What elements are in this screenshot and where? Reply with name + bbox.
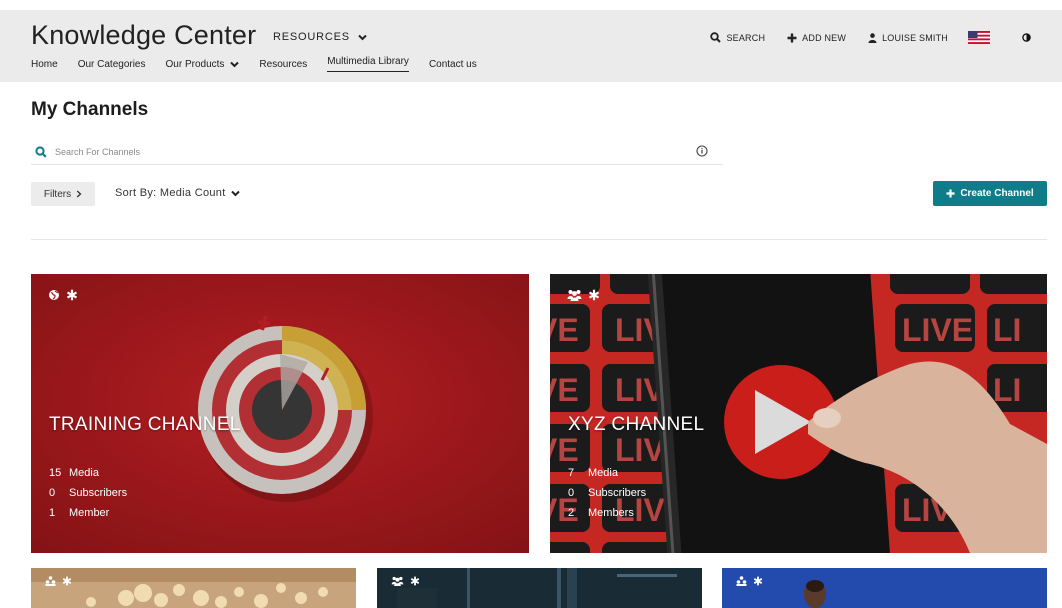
channel-card-icons (391, 576, 420, 586)
user-menu[interactable]: LOUISE SMITH (868, 33, 948, 43)
site-title[interactable]: Knowledge Center (31, 20, 256, 51)
subscribers-count: 0 (568, 487, 575, 499)
resources-dropdown-label: RESOURCES (273, 31, 350, 43)
media-count: 7 (568, 467, 575, 479)
channel-card-training[interactable]: TRAINING CHANNEL 15 Media 0 Subscribers 1 M… (31, 274, 529, 553)
info-icon[interactable] (696, 145, 708, 157)
site-header: Knowledge Center RESOURCES Home Our Cate… (0, 0, 1062, 82)
filters-label: Filters (43, 188, 72, 200)
media-count: 15 (49, 467, 62, 479)
channel-search-input[interactable] (55, 146, 723, 157)
channel-card-3[interactable] (31, 568, 356, 608)
members-label: Members (588, 507, 634, 519)
media-label: Media (69, 467, 99, 479)
nav-item-home[interactable]: Home (31, 56, 58, 72)
chevron-down-icon (230, 190, 240, 196)
chevron-down-icon (358, 34, 367, 40)
create-channel-label: Create Channel (960, 188, 1034, 199)
header-search-label: SEARCH (726, 32, 766, 43)
subscribers-stat: 0 Subscribers (49, 483, 127, 503)
nav-item-our-categories[interactable]: Our Categories (78, 56, 146, 72)
subscribers-label: Subscribers (588, 487, 647, 499)
group-icon (391, 576, 404, 586)
asterisk-icon (410, 576, 420, 586)
media-stat: 15 Media (49, 463, 127, 483)
media-stat: 7 Media (568, 463, 646, 483)
asterisk-icon (66, 289, 78, 301)
add-new-button[interactable]: ADD NEW (787, 33, 846, 43)
plus-icon (787, 33, 797, 42)
nav-item-our-products-label: Our Products (165, 58, 225, 70)
channel-thumbnail (722, 568, 1047, 608)
channel-card-icons (45, 576, 72, 586)
subscribers-stat: 0 Subscribers (568, 483, 646, 503)
subscribers-count: 0 (49, 487, 56, 499)
filters-button[interactable]: Filters (31, 182, 95, 206)
header-search-button[interactable]: SEARCH (710, 32, 765, 43)
nav-item-resources[interactable]: Resources (259, 56, 307, 72)
sort-dropdown[interactable]: Sort By: Media Count (115, 187, 240, 199)
nav-item-our-products[interactable]: Our Products (166, 56, 240, 72)
channel-thumbnail (31, 568, 356, 608)
globe-icon (49, 290, 59, 300)
header-tools: SEARCH ADD NEW LOUISE SMITH (688, 31, 1031, 44)
users-icon (45, 576, 56, 586)
user-icon (868, 32, 877, 43)
plus-icon (946, 189, 955, 198)
channel-thumbnail (377, 568, 702, 608)
members-stat: 2 Members (568, 503, 646, 523)
sort-label: Sort By: Media Count (115, 187, 226, 199)
user-name: LOUISE SMITH (882, 32, 948, 43)
asterisk-icon (753, 576, 763, 586)
divider (31, 239, 1047, 240)
asterisk-icon (62, 576, 72, 586)
us-flag-icon[interactable] (968, 31, 990, 44)
channel-title[interactable]: TRAINING CHANNEL (49, 414, 241, 436)
channel-stats: 15 Media 0 Subscribers 1 Member (49, 463, 127, 523)
asterisk-icon (588, 289, 600, 301)
members-count: 1 (49, 507, 56, 519)
main-nav: Home Our Categories Our Products Resourc… (31, 56, 497, 72)
channel-card-5[interactable] (722, 568, 1047, 608)
search-icon (710, 32, 722, 43)
search-icon (35, 145, 47, 158)
contrast-icon[interactable] (1022, 33, 1031, 42)
nav-item-multimedia-library[interactable]: Multimedia Library (327, 56, 409, 72)
chevron-down-icon (230, 61, 240, 67)
nav-item-contact-us[interactable]: Contact us (429, 56, 477, 72)
channel-stats: 7 Media 0 Subscribers 2 Members (568, 463, 646, 523)
group-icon (567, 290, 582, 301)
channel-card-4[interactable] (377, 568, 702, 608)
channel-card-icons (48, 289, 78, 301)
members-label: Member (69, 507, 110, 519)
resources-dropdown[interactable]: RESOURCES (273, 31, 367, 43)
users-icon (736, 576, 747, 586)
channel-title[interactable]: XYZ CHANNEL (568, 414, 704, 436)
chevron-right-icon (76, 190, 82, 198)
media-label: Media (588, 467, 618, 479)
add-new-label: ADD NEW (802, 32, 847, 43)
channel-card-xyz[interactable]: VELIVLIVELI VELIVLI VELIVE VELIVELIVELI … (550, 274, 1047, 553)
members-count: 2 (568, 507, 575, 519)
channel-search-bar (31, 139, 723, 165)
members-stat: 1 Member (49, 503, 127, 523)
create-channel-button[interactable]: Create Channel (933, 181, 1047, 206)
channel-card-icons (567, 289, 600, 301)
page-title: My Channels (31, 99, 149, 120)
channel-card-icons (736, 576, 763, 586)
subscribers-label: Subscribers (69, 487, 128, 499)
